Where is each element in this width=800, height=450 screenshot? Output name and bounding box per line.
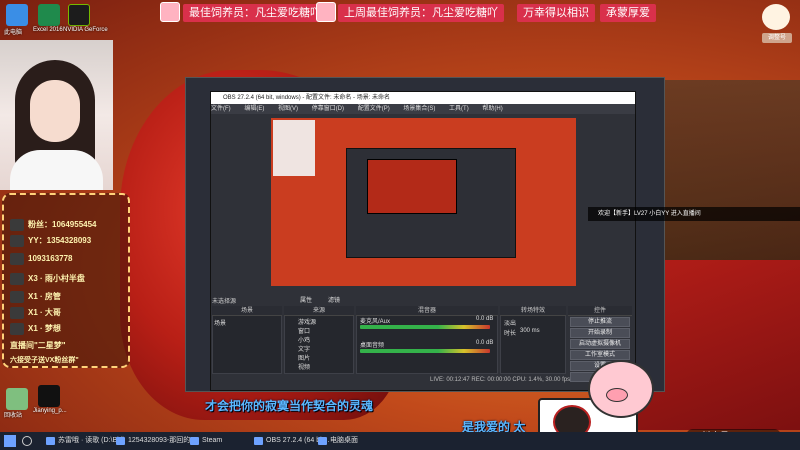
properties-button[interactable]: 属性 (300, 295, 312, 304)
taskbar-item[interactable]: 苏雷哦 · 读歌 (D:\Bid) (44, 434, 125, 448)
controls-dock-header: 控件 (568, 306, 632, 316)
sources-dock-header: 来源 (284, 306, 354, 316)
mixer-channel-db: 0.0 dB (476, 316, 494, 322)
banner-best-keeper: 最佳饲养员：凡尘爱吃糖吖 (183, 4, 327, 22)
stop-stream-button[interactable]: 停止推流 (570, 317, 630, 327)
preview-webcam (273, 120, 315, 176)
desktop-icon-label: Excel 2016 (33, 27, 63, 33)
fan-row: X1 · 大哥 (10, 307, 61, 319)
fan-badge-icon (10, 307, 24, 319)
mixer-level-meter (360, 325, 490, 329)
source-item[interactable]: 视频 (298, 362, 310, 371)
source-item[interactable]: 图片 (298, 353, 310, 362)
transition-duration-label: 时长 (504, 331, 517, 337)
taskbar: 苏雷哦 · 读歌 (D:\Bid) 1254328093-那回的... Stea… (0, 432, 800, 450)
windows-start-icon[interactable] (4, 435, 16, 447)
fan-row: 六接受子送VX粉丝群" (10, 357, 79, 364)
scene-item[interactable]: 场景 (214, 318, 226, 327)
webcam-feed (0, 40, 113, 190)
excel-icon[interactable] (38, 4, 60, 26)
fan-list-panel: 粉丝：1064955454 YY：1354328093 1093163778 X… (2, 193, 130, 368)
obs-menu-bar: 文件(F) 编辑(E) 视图(V) 停靠窗口(D) 配置文件(P) 场景集合(S… (211, 104, 635, 114)
desktop-icon-label: NVIDIA GeForce (63, 27, 108, 33)
obs-preview[interactable] (271, 118, 576, 286)
fan-badge-icon (10, 273, 24, 285)
menu-docks[interactable]: 停靠窗口(D) (312, 106, 344, 112)
menu-file[interactable]: 文件(F) (211, 106, 231, 112)
banner-last-week-keeper: 上周最佳饲养员：凡尘爱吃糖吖 (338, 4, 504, 22)
mixer-dock-header: 混音器 (356, 306, 498, 316)
scenes-dock-header: 场景 (212, 306, 282, 316)
fan-row: 1093163778 (10, 253, 73, 265)
menu-help[interactable]: 帮助(H) (482, 106, 502, 112)
source-item[interactable]: 窗口 (298, 326, 310, 335)
mixer-level-meter (360, 349, 490, 353)
gift-icon (316, 2, 336, 22)
transition-type[interactable]: 淡出 (504, 318, 516, 327)
menu-edit[interactable]: 编辑(E) (244, 106, 264, 112)
fan-row: X3 · 雨小村半盘 (10, 273, 85, 285)
taskbar-item[interactable]: OBS 27.2.4 (64 bit... (252, 434, 329, 448)
transitions-dock-header: 转场特效 (500, 306, 566, 316)
virtual-camera-button[interactable]: 启动虚拟摄像机 (570, 339, 630, 349)
desktop-icon-label: 此电脑 (4, 30, 23, 36)
start-recording-button[interactable]: 开始录制 (570, 328, 630, 338)
lyric-line: 才会把你的寂寞当作契合的灵魂 (205, 399, 374, 413)
fan-badge-icon (10, 235, 24, 247)
preview-nested-capture (367, 159, 457, 214)
taskbar-item[interactable]: 电脑桌面 (316, 434, 366, 448)
fan-badge-icon (10, 323, 24, 335)
source-item[interactable]: 小鸡 (298, 335, 310, 344)
no-source-label: 未选择源 (212, 299, 237, 305)
menu-view[interactable]: 视图(V) (278, 106, 298, 112)
recycle-bin-icon[interactable] (6, 388, 28, 410)
capcut-icon[interactable] (38, 385, 60, 407)
webcam-face (30, 80, 80, 142)
menu-scene-collection[interactable]: 场景集合(S) (403, 106, 435, 112)
taskbar-item[interactable]: Steam (188, 434, 224, 448)
obs-title-bar: OBS 27.2.4 (64 bit, windows) - 配置文件: 未命名… (211, 92, 635, 104)
fan-row: X1 · 梦想 (10, 323, 61, 335)
search-icon[interactable] (22, 436, 32, 446)
mixer-channel-db: 0.0 dB (476, 340, 494, 346)
banner-slogan-2: 承蒙厚爱 (600, 4, 656, 22)
fan-badge-icon (10, 291, 24, 303)
preview-nested-obs (346, 148, 516, 258)
brand-logo-icon (762, 4, 790, 30)
fan-row: 直播间"二星梦" (10, 341, 66, 350)
banner-slogan-1: 万幸得以相识 (517, 4, 595, 22)
menu-tools[interactable]: 工具(T) (449, 106, 469, 112)
webcam-body (10, 150, 103, 190)
obs-status-bar: LIVE: 00:12:47 REC: 00:00:00 CPU: 1.4%, … (430, 377, 571, 383)
studio-mode-button[interactable]: 工作室模式 (570, 350, 630, 360)
fan-row: 粉丝：1064955454 (10, 219, 97, 231)
source-item[interactable]: 游戏源 (298, 317, 316, 326)
fan-row: X1 · 房管 (10, 291, 61, 303)
fan-badge-icon (10, 253, 24, 265)
transition-duration-input[interactable]: 300 ms (520, 328, 540, 334)
taskbar-item[interactable]: 1254328093-那回的... (114, 434, 196, 448)
mixer-channel-name: 麦克风/Aux (360, 319, 391, 325)
source-item[interactable]: 文字 (298, 344, 310, 353)
desktop-icon-label: Jianying_p... (33, 408, 67, 414)
wallpaper-dark-area (650, 80, 800, 260)
computer-icon[interactable] (6, 4, 28, 26)
gift-icon (160, 2, 180, 22)
mixer-channel-name: 桌面音频 (360, 343, 385, 349)
scenes-dock (212, 306, 282, 374)
pig-nose-icon (606, 388, 628, 402)
chat-welcome-message: 欢迎【新手】LV27 小白YY 进入直播间 (588, 207, 800, 221)
fan-row: YY：1354328093 (10, 235, 91, 247)
fan-badge-icon (10, 219, 24, 231)
filters-button[interactable]: 滤镜 (328, 295, 340, 304)
top-right-tag: 调整号 (762, 33, 792, 43)
nvidia-icon[interactable] (68, 4, 90, 26)
sources-dock (284, 306, 354, 374)
desktop-icon-label: 回收站 (4, 413, 23, 419)
transitions-dock (500, 306, 566, 374)
menu-profile[interactable]: 配置文件(P) (358, 106, 390, 112)
